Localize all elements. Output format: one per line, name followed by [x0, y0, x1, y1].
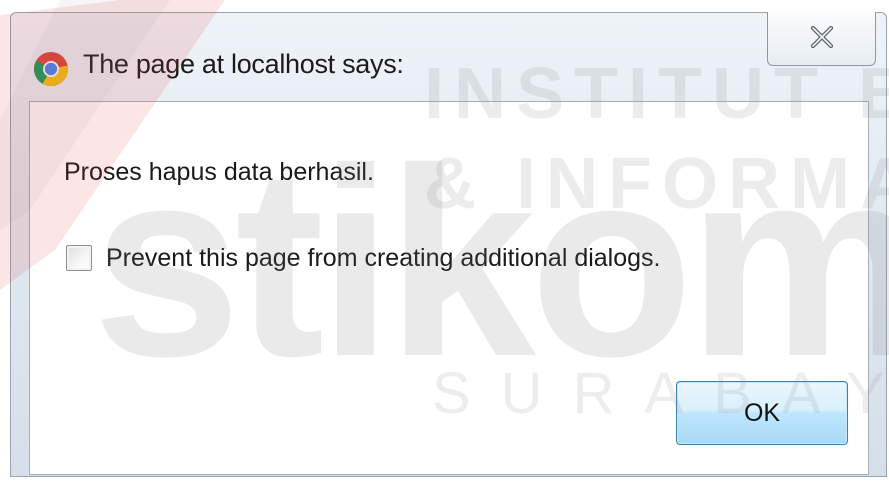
prevent-dialogs-label: Prevent this page from creating addition…	[106, 243, 661, 272]
close-icon	[810, 26, 834, 48]
prevent-dialogs-option[interactable]: Prevent this page from creating addition…	[66, 240, 661, 276]
dialog-window: The page at localhost says: Proses hapus…	[10, 12, 887, 477]
dialog-body: Proses hapus data berhasil. Prevent this…	[29, 101, 869, 475]
dialog-message: Proses hapus data berhasil.	[64, 158, 374, 186]
chrome-icon	[33, 51, 69, 87]
screenshot-stage: The page at localhost says: Proses hapus…	[0, 0, 889, 481]
close-button[interactable]	[767, 12, 876, 66]
prevent-dialogs-checkbox[interactable]	[66, 245, 92, 271]
ok-button[interactable]: OK	[676, 381, 848, 445]
dialog-title: The page at localhost says:	[83, 49, 404, 79]
dialog-title-bar: The page at localhost says:	[11, 12, 886, 103]
